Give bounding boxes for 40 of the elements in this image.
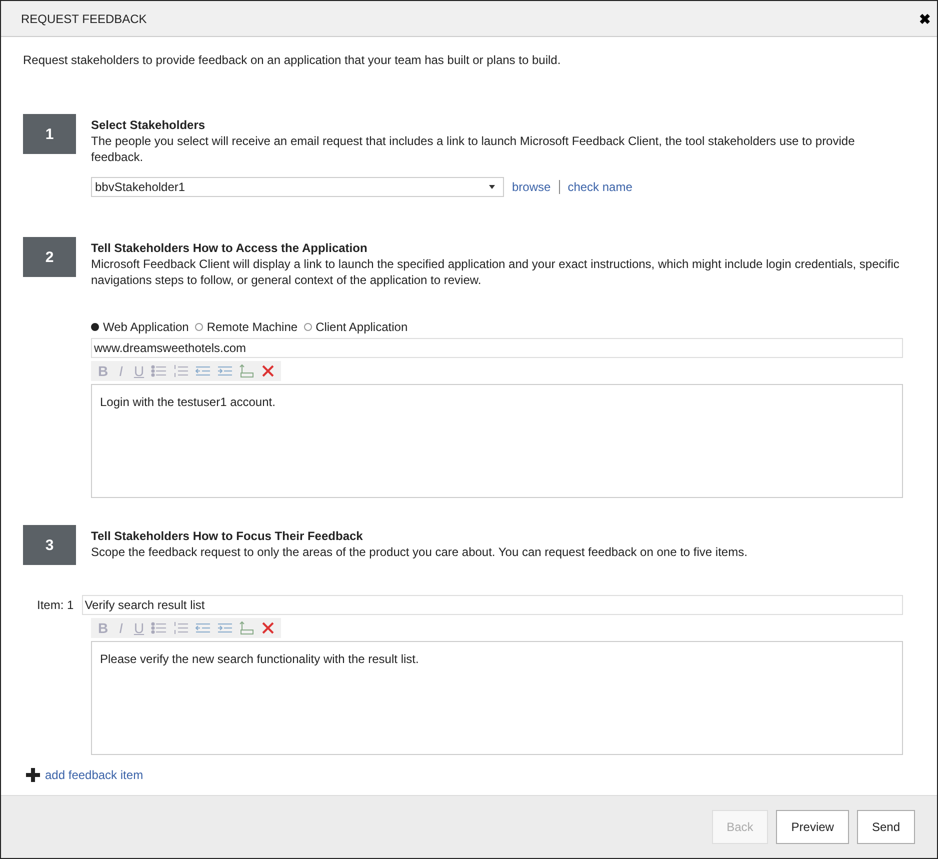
instructions-editor[interactable]: Login with the testuser1 account. (91, 384, 903, 498)
plus-icon[interactable] (25, 767, 41, 783)
intro-text: Request stakeholders to provide feedback on an application that your team has built or plans to build. (23, 53, 562, 67)
step-number: 2 (23, 237, 76, 277)
insert-icon[interactable] (239, 621, 255, 635)
insert-icon[interactable] (239, 364, 255, 378)
step-heading: Select Stakeholders (91, 117, 206, 133)
step-number: 1 (23, 114, 76, 154)
radio-option[interactable]: Remote Machine (194, 320, 298, 334)
indent-icon[interactable] (217, 621, 233, 635)
item-label: Item: 1 (37, 598, 74, 612)
numbered-list-icon[interactable] (173, 621, 189, 635)
footer-button[interactable]: Send (856, 810, 915, 844)
close-button[interactable]: ✖ (919, 10, 931, 26)
indent-icon[interactable] (217, 364, 233, 378)
footer-button[interactable]: Preview (776, 810, 849, 844)
step-description: Microsoft Feedback Client will display a link to launch the specified application and your exact instructions, which might include login credentials, specific navigations steps to follow, or general context of the application to review. (91, 256, 900, 288)
stakeholder-dropdown[interactable]: bbvStakeholder1 (91, 177, 504, 197)
bullet-list-icon[interactable] (151, 364, 167, 378)
browse-link[interactable]: browse (512, 180, 551, 194)
step-description: The people you select will receive an email request that includes a link to launch Microsoft Feedback Client, the tool stakeholders use to provide feedback. (91, 133, 856, 165)
step-heading: Tell Stakeholders How to Focus Their Feedback (91, 528, 364, 544)
item-title-field[interactable]: Verify search result list (82, 595, 903, 615)
numbered-list-icon[interactable] (173, 364, 189, 378)
radio-option[interactable]: Web Application (91, 320, 189, 334)
item-details-editor[interactable]: Please verify the new search functionality with the result list. (91, 641, 903, 755)
step-heading: Tell Stakeholders How to Access the Application (91, 240, 368, 256)
url-field[interactable]: www.dreamsweethotels.com (91, 338, 903, 358)
bullet-list-icon[interactable] (151, 621, 167, 635)
radio-option[interactable]: Client Application (304, 320, 408, 334)
check-name-link[interactable]: check name (568, 180, 632, 194)
window-title: REQUEST FEEDBACK (21, 12, 147, 26)
step-number: 3 (23, 525, 76, 565)
delete-icon[interactable] (261, 364, 275, 378)
caret-icon (489, 185, 495, 189)
add-feedback-item-link[interactable]: add feedback item (45, 768, 144, 782)
delete-icon[interactable] (261, 621, 275, 635)
outdent-icon[interactable] (195, 364, 211, 378)
step-description: Scope the feedback request to only the areas of the product you care about. You can request feedback on one to five items. (91, 544, 748, 560)
outdent-icon[interactable] (195, 621, 211, 635)
